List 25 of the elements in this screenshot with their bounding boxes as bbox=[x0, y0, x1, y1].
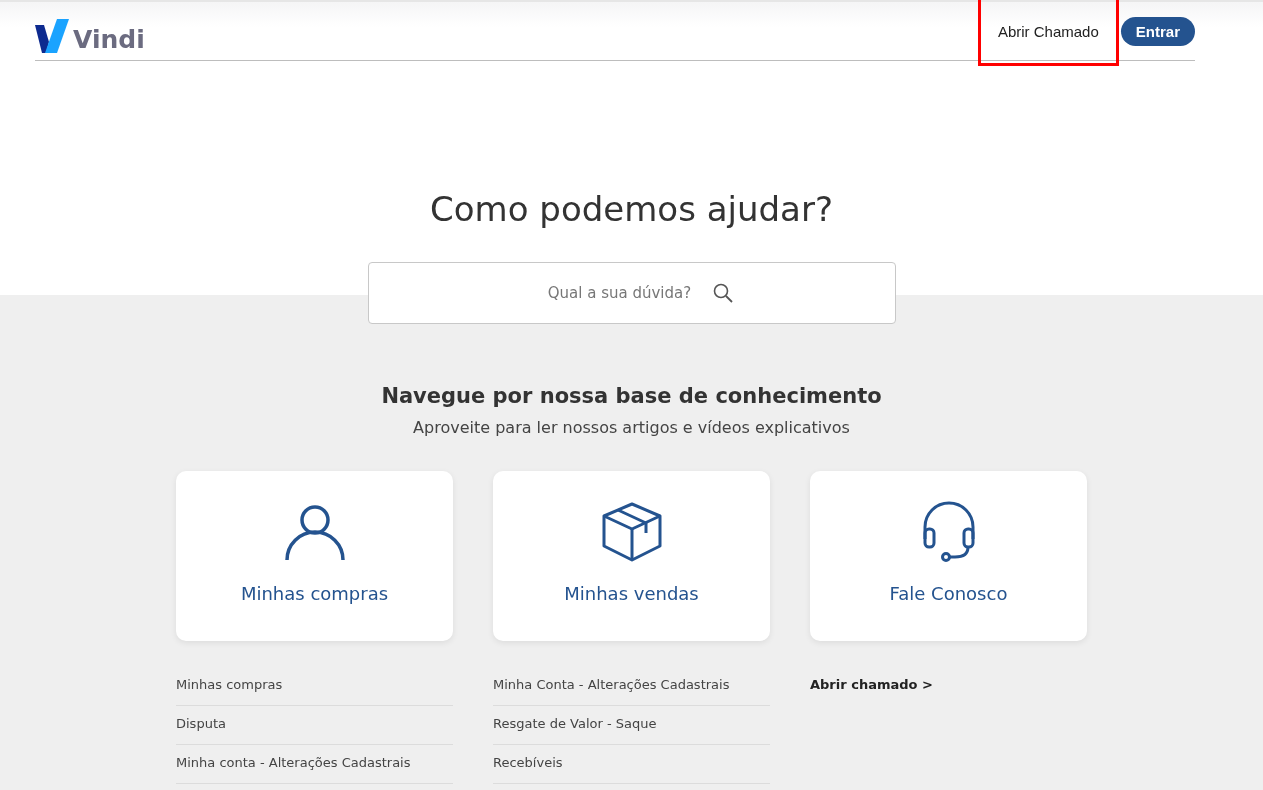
category-card[interactable]: Fale Conosco bbox=[810, 471, 1087, 641]
box-icon bbox=[600, 502, 663, 562]
category-card[interactable]: Minhas vendas bbox=[493, 471, 770, 641]
article-link[interactable]: Minha conta - Alterações Cadastrais bbox=[176, 755, 411, 770]
login-button[interactable]: Entrar bbox=[1120, 16, 1195, 46]
article-link[interactable]: Recebíveis bbox=[493, 755, 563, 770]
article-link[interactable]: Minhas compras bbox=[176, 677, 283, 692]
article-link[interactable]: Minha Conta - Alterações Cadastrais bbox=[493, 677, 730, 692]
search-icon bbox=[712, 283, 733, 303]
article-link[interactable]: Disputa bbox=[176, 716, 226, 731]
card-title: Minhas compras bbox=[240, 583, 389, 604]
article-link[interactable]: Resgate de Valor - Saque bbox=[493, 716, 657, 731]
section-heading: Navegue por nossa base de conhecimento bbox=[381, 384, 882, 408]
logo-text: Vindi bbox=[73, 26, 145, 54]
page-heading: Como podemos ajudar? bbox=[429, 189, 834, 229]
category-card[interactable]: Minhas compras bbox=[176, 471, 453, 641]
vindi-logo[interactable]: Vindi bbox=[35, 18, 145, 54]
search-field[interactable]: Qual a sua dúvida? bbox=[367, 262, 896, 324]
open-ticket-link[interactable]: Abrir chamado > bbox=[810, 677, 933, 692]
section-subtitle: Aproveite para ler nossos artigos e vídeos explicativos bbox=[413, 418, 850, 437]
card-title: Fale Conosco bbox=[889, 583, 1008, 604]
v-logo-icon bbox=[35, 18, 71, 54]
nav-link[interactable]: Abrir Chamado bbox=[997, 16, 1099, 46]
card-title: Minhas vendas bbox=[564, 583, 699, 604]
person-icon bbox=[284, 504, 345, 560]
